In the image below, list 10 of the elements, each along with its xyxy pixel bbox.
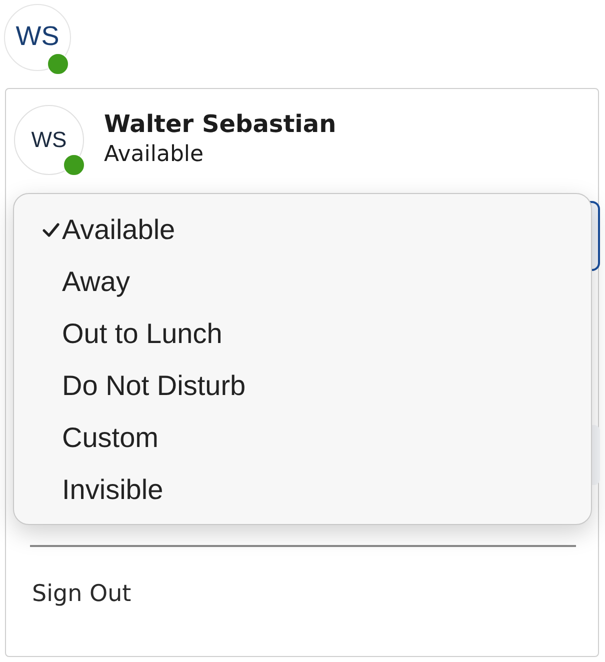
user-status: Available: [104, 142, 205, 166]
sign-out-link[interactable]: Sign Out: [32, 581, 132, 607]
status-menu-item[interactable]: Out to Lunch: [14, 308, 591, 360]
status-menu-item[interactable]: Invisible: [14, 464, 591, 516]
user-name: Walter Sebastian: [104, 110, 336, 138]
status-menu-item[interactable]: Do Not Disturb: [14, 360, 591, 412]
status-menu-item[interactable]: Custom: [14, 412, 591, 464]
status-menu-item[interactable]: Away: [14, 256, 591, 308]
profile-avatar: WS: [14, 105, 84, 175]
status-menu-item[interactable]: Available: [14, 204, 591, 256]
